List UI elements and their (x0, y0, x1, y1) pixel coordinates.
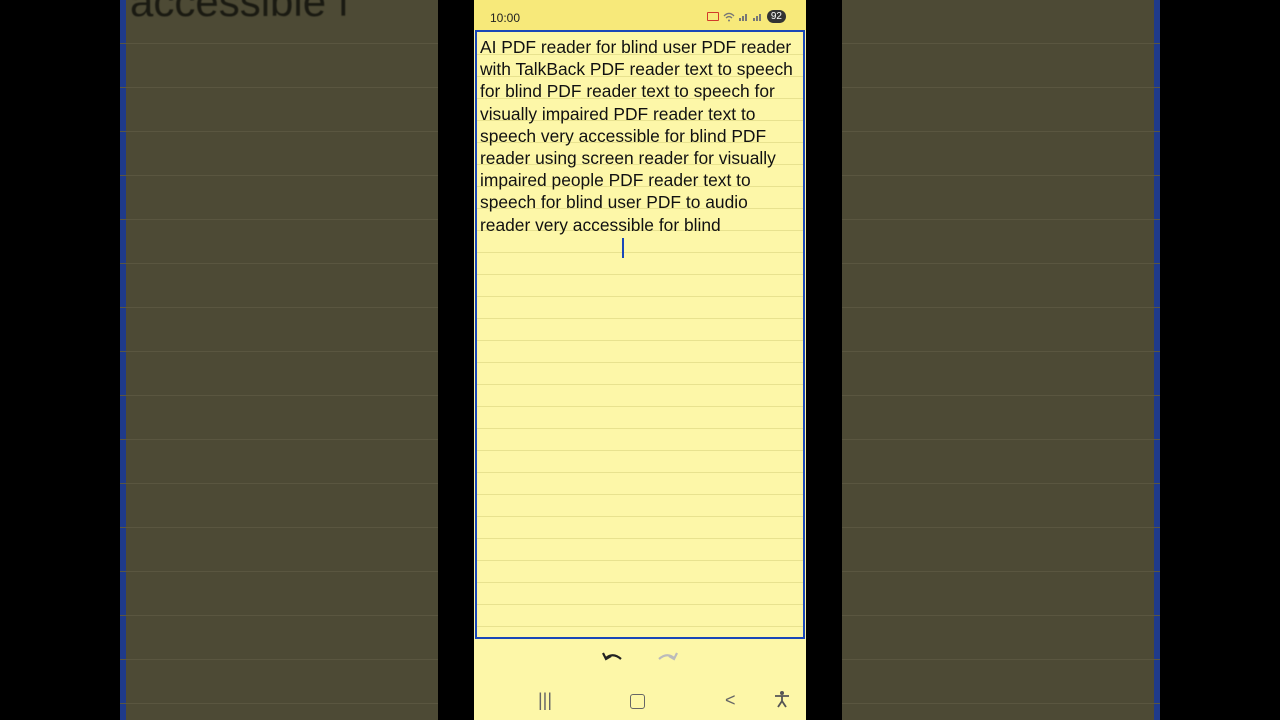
redo-icon (658, 652, 678, 661)
undo-icon (602, 652, 622, 661)
status-icons: 92 (706, 10, 786, 23)
navigation-bar: ||| < (474, 682, 806, 720)
accessibility-button[interactable] (774, 690, 790, 712)
background-blur-right (842, 0, 1160, 720)
redo-button[interactable] (654, 650, 680, 670)
accessibility-icon (775, 691, 789, 708)
background-lines (120, 0, 438, 720)
signal-icon-2 (752, 14, 761, 21)
signal-icon (738, 14, 747, 21)
undo-button[interactable] (600, 650, 626, 670)
back-button[interactable]: < (725, 690, 736, 710)
status-bar: 10:00 92 (474, 0, 806, 30)
note-editor[interactable]: AI PDF reader for blind user PDF reader … (475, 30, 805, 639)
background-text: accessible f (130, 0, 350, 25)
recent-apps-button[interactable]: ||| (538, 690, 552, 710)
cast-icon (706, 12, 719, 21)
home-button[interactable] (630, 694, 645, 709)
note-text[interactable]: AI PDF reader for blind user PDF reader … (480, 36, 798, 236)
phone-screen: 10:00 92 AI PDF reader for blind user PD… (474, 0, 806, 720)
wifi-icon (723, 12, 735, 21)
background-lines (842, 0, 1160, 720)
background-blur-left: accessible f (120, 0, 438, 720)
edit-toolbar (474, 640, 806, 680)
text-cursor (622, 238, 624, 258)
battery-badge: 92 (766, 10, 786, 23)
status-time: 10:00 (490, 11, 521, 25)
